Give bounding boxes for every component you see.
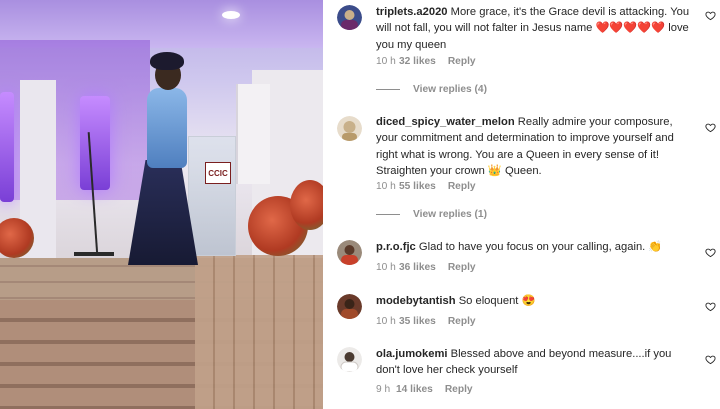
flower-arrangement bbox=[290, 180, 323, 230]
avatar[interactable] bbox=[337, 5, 362, 30]
comment-meta: 10 h 35 likes Reply bbox=[376, 316, 476, 327]
like-heart-icon[interactable] bbox=[705, 301, 716, 312]
like-heart-icon[interactable] bbox=[705, 354, 716, 365]
comment-likes[interactable]: 36 likes bbox=[399, 262, 436, 273]
avatar[interactable] bbox=[337, 116, 362, 141]
ceiling-light bbox=[222, 11, 240, 19]
comment-time: 10 h bbox=[376, 316, 396, 327]
like-heart-icon[interactable] bbox=[705, 10, 716, 21]
comment-username[interactable]: p.r.o.fjc bbox=[376, 241, 416, 253]
comments-panel: triplets.a2020 More grace, it's the Grac… bbox=[323, 0, 720, 409]
comment-text: p.r.o.fjc Glad to have you focus on your… bbox=[376, 239, 694, 255]
comment-likes[interactable]: 32 likes bbox=[399, 56, 436, 67]
avatar[interactable] bbox=[337, 294, 362, 319]
purple-window-light bbox=[80, 96, 110, 190]
reply-button[interactable]: Reply bbox=[448, 262, 476, 273]
comment-text: diced_spicy_water_melon Really admire yo… bbox=[376, 114, 694, 180]
wall-arch bbox=[236, 84, 270, 184]
comment-time: 10 h bbox=[376, 181, 396, 192]
comment-time: 10 h bbox=[376, 56, 396, 67]
comment-text: modebytantish So eloquent 😍 bbox=[376, 293, 694, 309]
comment-username[interactable]: modebytantish bbox=[376, 295, 456, 307]
like-heart-icon[interactable] bbox=[705, 247, 716, 258]
podium-logo: CCIC bbox=[205, 162, 231, 184]
avatar[interactable] bbox=[337, 240, 362, 265]
replies-divider bbox=[376, 214, 400, 215]
comment-username[interactable]: triplets.a2020 bbox=[376, 6, 448, 18]
comment-username[interactable]: diced_spicy_water_melon bbox=[376, 116, 515, 128]
like-heart-icon[interactable] bbox=[705, 122, 716, 133]
comment-meta: 10 h 55 likes Reply bbox=[376, 181, 476, 192]
reply-button[interactable]: Reply bbox=[448, 316, 476, 327]
comment-meta: 10 h 32 likes Reply bbox=[376, 56, 476, 67]
replies-divider bbox=[376, 89, 400, 90]
comment-text: ola.jumokemi Blessed above and beyond me… bbox=[376, 346, 694, 379]
comment-time: 9 h bbox=[376, 384, 391, 395]
comment-likes[interactable]: 35 likes bbox=[399, 316, 436, 327]
comment-meta: 10 h 36 likes Reply bbox=[376, 262, 476, 273]
view-replies-label: View replies (4) bbox=[413, 84, 487, 95]
view-replies-label: View replies (1) bbox=[413, 209, 487, 220]
reply-button[interactable]: Reply bbox=[448, 181, 476, 192]
podium bbox=[188, 136, 236, 256]
avatar[interactable] bbox=[337, 347, 362, 372]
mic-stand-base bbox=[74, 252, 114, 256]
comment-body: Glad to have you focus on your calling, … bbox=[418, 241, 663, 253]
purple-window-light bbox=[0, 92, 14, 202]
comment-time: 10 h bbox=[376, 262, 396, 273]
reply-button[interactable]: Reply bbox=[445, 384, 473, 395]
post-photo: CCIC bbox=[0, 0, 323, 409]
stone-wall bbox=[195, 255, 323, 409]
view-replies-button[interactable]: View replies (4) bbox=[376, 84, 487, 95]
comment-likes[interactable]: 14 likes bbox=[396, 384, 433, 395]
speaker-top bbox=[147, 88, 187, 168]
comment-meta: 9 h 14 likes Reply bbox=[376, 384, 473, 395]
speaker-hat bbox=[150, 52, 184, 70]
comment-body: So eloquent 😍 bbox=[458, 295, 536, 307]
reply-button[interactable]: Reply bbox=[448, 56, 476, 67]
comment-text: triplets.a2020 More grace, it's the Grac… bbox=[376, 4, 694, 53]
comment-likes[interactable]: 55 likes bbox=[399, 181, 436, 192]
view-replies-button[interactable]: View replies (1) bbox=[376, 209, 487, 220]
comment-username[interactable]: ola.jumokemi bbox=[376, 348, 448, 360]
